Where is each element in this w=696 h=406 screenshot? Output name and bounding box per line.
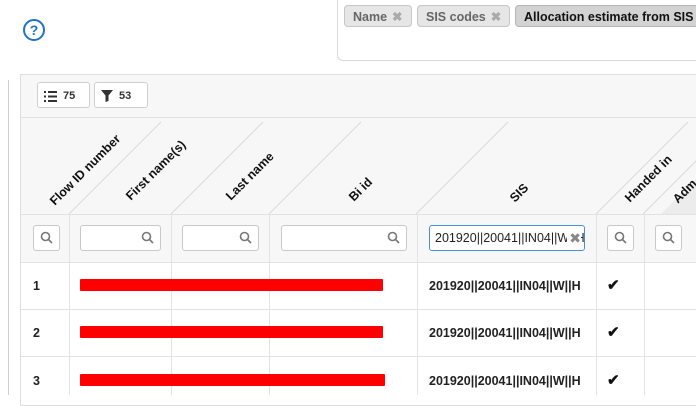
filter-flow-id[interactable] <box>33 225 60 251</box>
filter-bi-id[interactable] <box>281 225 407 251</box>
chip-label: Name <box>353 10 388 24</box>
clear-filter-icon[interactable]: ✖ <box>567 226 581 250</box>
columns-count: 75 <box>63 90 76 102</box>
search-icon <box>614 231 627 244</box>
chip-remove-icon[interactable]: ✖ <box>491 10 501 24</box>
search-icon <box>141 231 154 244</box>
column-divider <box>417 214 418 395</box>
redaction-bar <box>80 326 383 338</box>
filter-icon <box>101 90 113 103</box>
redaction-bar <box>80 279 383 291</box>
column-divider <box>269 214 270 395</box>
filter-handed-in[interactable] <box>607 225 634 251</box>
chip-name[interactable]: Name ✖ <box>344 5 412 27</box>
row-sis: 201920||20041||IN04||W||H <box>429 326 581 340</box>
filters-count: 53 <box>119 90 132 102</box>
row-flow-id: 2 <box>33 326 40 340</box>
filter-first-name[interactable] <box>80 225 161 251</box>
row-sis: 201920||20041||IN04||W||H <box>429 374 581 388</box>
chip-sis-codes[interactable]: SIS codes ✖ <box>417 5 511 27</box>
chip-label: Allocation estimate from SIS <box>524 10 694 24</box>
search-icon <box>40 231 53 244</box>
check-icon: ✔ <box>607 277 620 294</box>
check-icon: ✔ <box>607 324 620 341</box>
filter-partial[interactable] <box>655 225 682 251</box>
column-divider <box>644 214 645 395</box>
filter-sis-input[interactable]: 201920||20041||IN04||W||H ✖ <box>429 225 585 251</box>
filter-last-name[interactable] <box>182 225 259 251</box>
chip-remove-icon[interactable]: ✖ <box>392 10 402 24</box>
row-flow-id: 1 <box>33 279 40 293</box>
list-icon <box>44 90 57 102</box>
column-divider <box>171 214 172 395</box>
search-icon <box>239 231 252 244</box>
column-divider <box>596 214 597 395</box>
search-icon <box>662 231 675 244</box>
page-edge-divider <box>8 80 9 395</box>
columns-button[interactable]: 75 <box>37 82 90 108</box>
search-icon <box>387 231 400 244</box>
check-icon: ✔ <box>607 372 620 389</box>
row-flow-id: 3 <box>33 374 40 388</box>
filters-button[interactable]: 53 <box>94 82 148 108</box>
chip-allocation-estimate[interactable]: Allocation estimate from SIS <box>515 5 696 27</box>
redaction-bar <box>80 374 385 386</box>
help-icon[interactable]: ? <box>23 19 45 41</box>
chip-label: SIS codes <box>426 10 486 24</box>
row-sis: 201920||20041||IN04||W||H <box>429 279 581 293</box>
filter-sis-value: 201920||20041||IN04||W||H <box>435 231 585 245</box>
column-divider <box>69 214 70 395</box>
group-by-chip-area: Name ✖ SIS codes ✖ Allocation estimate fro… <box>337 0 696 61</box>
